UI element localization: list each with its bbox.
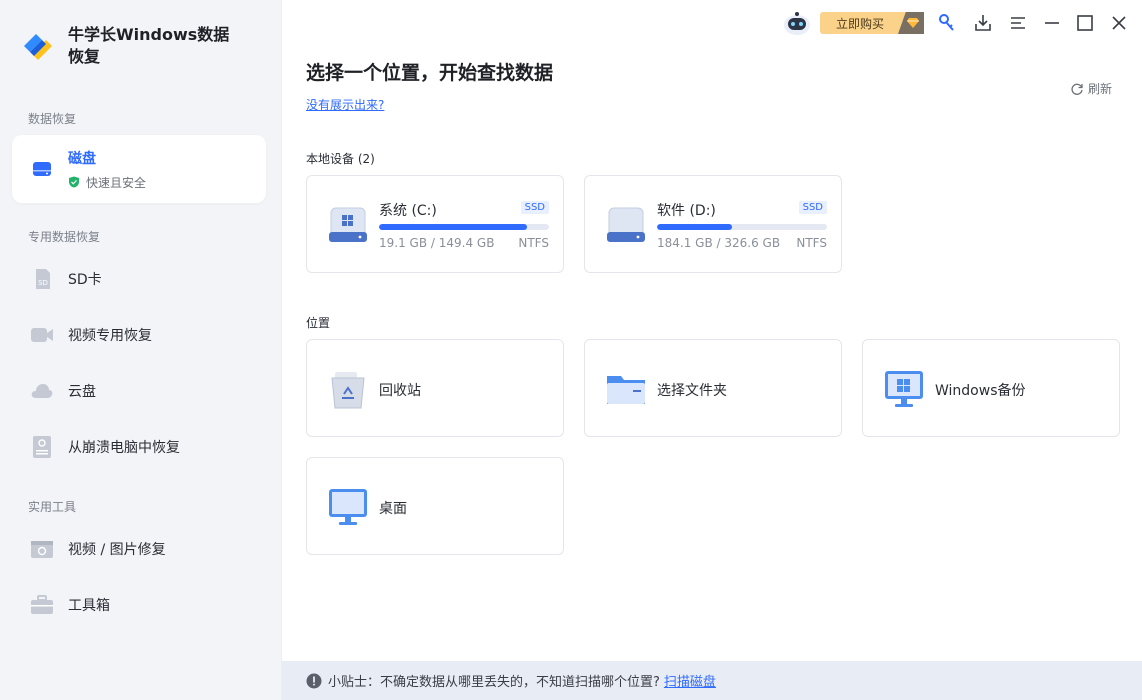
sidebar-item-label: SD卡 bbox=[68, 272, 102, 288]
info-icon bbox=[306, 673, 322, 688]
locations-label: 位置 bbox=[306, 316, 331, 330]
location-card-folder[interactable]: 选择文件夹 bbox=[584, 339, 842, 437]
sidebar-item-label: 从崩溃电脑中恢复 bbox=[68, 440, 180, 456]
location-name: 回收站 bbox=[379, 383, 421, 399]
sidebar-item-disk[interactable]: 磁盘 快速且安全 bbox=[12, 135, 266, 203]
sidebar-item-photo-repair[interactable]: 视频 / 图片修复 bbox=[12, 526, 266, 572]
minimize-icon[interactable] bbox=[1041, 12, 1063, 34]
usage-bar-fill bbox=[379, 224, 527, 230]
refresh-icon bbox=[1071, 83, 1083, 95]
sidebar-item-label: 工具箱 bbox=[68, 598, 110, 614]
recycle-bin-icon bbox=[331, 372, 365, 409]
folder-icon bbox=[607, 376, 645, 404]
cloud-icon bbox=[30, 379, 54, 403]
scan-disk-link[interactable]: 扫描磁盘 bbox=[664, 671, 716, 690]
shield-check-icon bbox=[69, 176, 79, 188]
app-name: 牛学长Windows数据恢复 bbox=[68, 25, 230, 66]
sidebar-item-toolbox[interactable]: 工具箱 bbox=[12, 582, 266, 628]
ssd-badge: SSD bbox=[520, 201, 549, 214]
windows-backup-icon bbox=[885, 371, 923, 407]
sidebar-item-label: 视频专用恢复 bbox=[68, 328, 152, 344]
not-shown-link[interactable]: 没有展示出来? bbox=[306, 96, 384, 113]
diamond-icon bbox=[898, 12, 924, 34]
svg-text:SD: SD bbox=[38, 279, 48, 287]
maximize-icon[interactable] bbox=[1074, 12, 1096, 34]
brand: 牛学长Windows数据恢复 bbox=[20, 24, 238, 68]
sidebar-item-label: 视频 / 图片修复 bbox=[68, 542, 166, 558]
location-name: 桌面 bbox=[379, 501, 407, 517]
close-icon[interactable] bbox=[1108, 12, 1130, 34]
key-icon[interactable] bbox=[936, 12, 958, 34]
location-name: 选择文件夹 bbox=[657, 383, 727, 399]
section-title-special-recovery: 专用数据恢复 bbox=[28, 230, 101, 244]
page-title: 选择一个位置，开始查找数据 bbox=[306, 62, 554, 84]
refresh-button[interactable]: 刷新 bbox=[1070, 80, 1112, 97]
safe-note: 快速且安全 bbox=[68, 174, 146, 191]
crashed-pc-icon bbox=[30, 435, 54, 459]
drive-usage: 19.1 GB / 149.4 GB bbox=[379, 236, 495, 250]
buy-now-label: 立即购买 bbox=[836, 16, 885, 31]
video-camera-icon bbox=[30, 323, 54, 347]
toolbox-icon bbox=[30, 593, 54, 617]
drive-card-c[interactable]: 系统 (C:) SSD 19.1 GB / 149.4 GB NTFS bbox=[306, 175, 564, 273]
location-card-windows-backup[interactable]: Windows备份 bbox=[862, 339, 1120, 437]
sidebar-item-sd-card[interactable]: SD SD卡 bbox=[12, 256, 266, 302]
drive-icon bbox=[607, 207, 645, 242]
sidebar-item-crashed-pc[interactable]: 从崩溃电脑中恢复 bbox=[12, 424, 266, 470]
section-title-tools: 实用工具 bbox=[28, 500, 77, 514]
usage-bar bbox=[657, 224, 827, 230]
usage-bar bbox=[379, 224, 549, 230]
drive-filesystem: NTFS bbox=[796, 236, 827, 250]
buy-now-button[interactable]: 立即购买 bbox=[820, 12, 924, 34]
section-title-data-recovery: 数据恢复 bbox=[28, 112, 77, 126]
drive-icon bbox=[329, 207, 367, 242]
desktop-monitor-icon bbox=[329, 489, 367, 525]
photo-repair-icon bbox=[30, 537, 54, 561]
sd-card-icon: SD bbox=[30, 267, 54, 291]
sidebar-item-cloud[interactable]: 云盘 bbox=[12, 368, 266, 414]
app-logo-icon bbox=[24, 34, 52, 60]
refresh-label: 刷新 bbox=[1087, 82, 1112, 96]
tip-bar: 小贴士：不确定数据从哪里丢失的，不知道扫描哪个位置? 扫描磁盘 bbox=[282, 661, 1142, 700]
usage-bar-fill bbox=[657, 224, 732, 230]
download-icon[interactable] bbox=[972, 12, 994, 34]
drive-name: 系统 (C:) bbox=[379, 203, 437, 219]
disk-icon bbox=[30, 157, 54, 181]
location-card-recycle-bin[interactable]: 回收站 bbox=[306, 339, 564, 437]
menu-icon[interactable] bbox=[1007, 12, 1029, 34]
drive-name: 软件 (D:) bbox=[657, 203, 716, 219]
robot-assistant-icon[interactable] bbox=[782, 10, 812, 36]
drive-usage: 184.1 GB / 326.6 GB bbox=[657, 236, 781, 250]
sidebar-item-label: 磁盘 bbox=[68, 150, 96, 167]
title-bar: 立即购买 bbox=[282, 0, 1142, 46]
sidebar-item-label: 云盘 bbox=[68, 384, 96, 400]
drive-card-d[interactable]: 软件 (D:) SSD 184.1 GB / 326.6 GB NTFS bbox=[584, 175, 842, 273]
ssd-badge: SSD bbox=[798, 201, 827, 214]
local-devices-label: 本地设备 (2) bbox=[306, 152, 375, 166]
tip-text: 小贴士：不确定数据从哪里丢失的，不知道扫描哪个位置? bbox=[328, 675, 660, 690]
sidebar-item-video-recovery[interactable]: 视频专用恢复 bbox=[12, 312, 266, 358]
location-name: Windows备份 bbox=[935, 383, 1026, 399]
location-card-desktop[interactable]: 桌面 bbox=[306, 457, 564, 555]
safe-note-text: 快速且安全 bbox=[86, 175, 147, 190]
sidebar: 牛学长Windows数据恢复 数据恢复 磁盘 快速且安全 专用数据恢复 SD S… bbox=[0, 0, 282, 700]
drive-filesystem: NTFS bbox=[518, 236, 549, 250]
